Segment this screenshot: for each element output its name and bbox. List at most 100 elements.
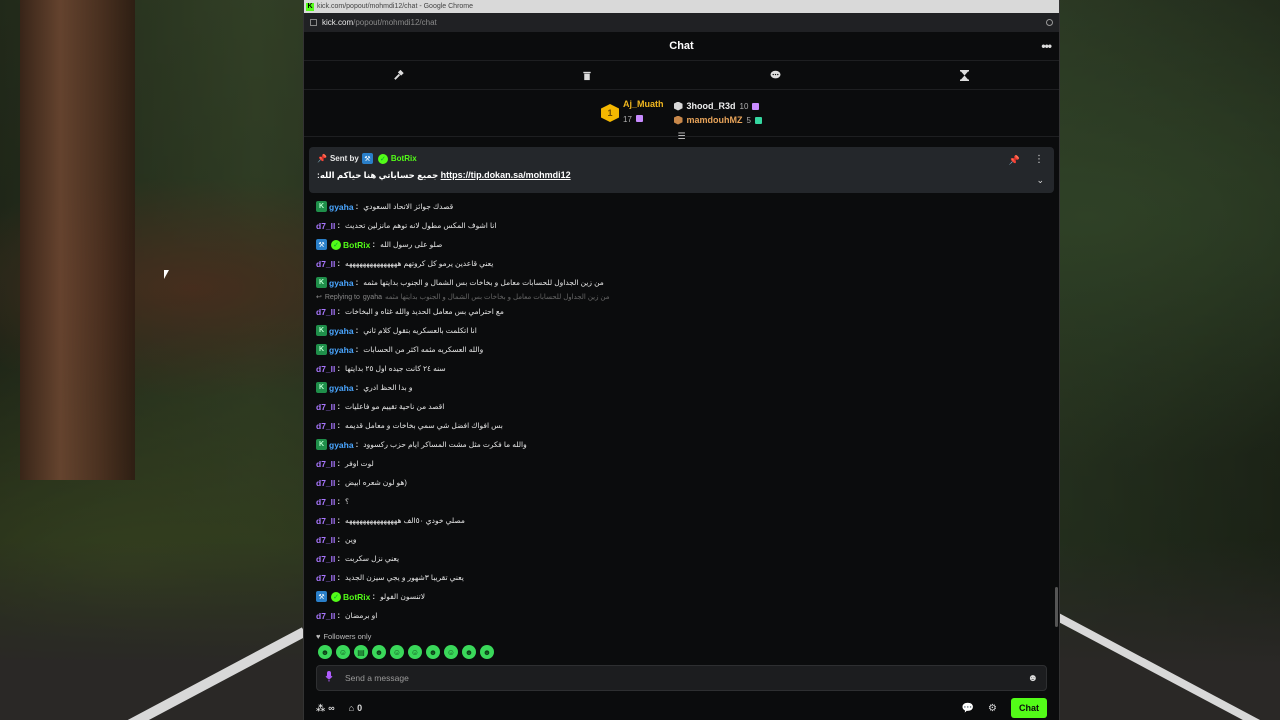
chat-message[interactable]: Kgyaha: و بدا الحظ ادري — [316, 378, 1059, 397]
chat-message[interactable]: d7_ll: مع احترامي بس معامل الحديد والله غ… — [316, 302, 1059, 321]
mouse-cursor — [164, 270, 169, 279]
channel-points[interactable]: ⌂ 0 — [349, 703, 362, 713]
send-chat-button[interactable]: Chat — [1011, 698, 1047, 718]
emote-icon[interactable]: ☻ — [480, 645, 494, 659]
chat-message[interactable]: Kgyaha: من زين الجداول للحسابات معامل و ب… — [316, 273, 1059, 292]
emote-icon[interactable]: ☺ — [390, 645, 404, 659]
chat-message[interactable]: ⚒ ✓ BotRix: صلو على رسول الله — [316, 235, 1059, 254]
chat-message[interactable]: Kgyaha: والله ما فكرت مثل مشت المساكر ايا… — [316, 435, 1059, 454]
chat-username[interactable]: d7_ll — [316, 535, 335, 545]
chat-username[interactable]: d7_ll — [316, 478, 335, 488]
mod-toolbar — [304, 61, 1059, 90]
chat-username[interactable]: gyaha — [329, 345, 354, 355]
chat-username[interactable]: gyaha — [329, 383, 354, 393]
chat-username[interactable]: BotRix — [343, 592, 370, 602]
chat-message[interactable]: d7_ll: يعني تقريبا ٣شهور و يجي سيزن الجدي… — [316, 568, 1059, 587]
trash-icon[interactable] — [575, 65, 599, 85]
leaderboard-first-name: Aj_Muath — [623, 99, 664, 109]
chat-message[interactable]: d7_ll: سنه ٢٤ كانت جيده اول ٢٥ بدايتها — [316, 359, 1059, 378]
pin-icon[interactable]: 📌 — [1009, 155, 1020, 166]
chat-username[interactable]: d7_ll — [316, 497, 335, 507]
send-message-input[interactable] — [345, 673, 1016, 683]
chat-message[interactable]: d7_ll: يعني نزل سكربت — [316, 549, 1059, 568]
chat-message[interactable]: d7_ll: (هو لون شعره ابيض — [316, 473, 1059, 492]
window-title: kick.com/popout/mohmdi12/chat - Google C… — [317, 3, 474, 10]
viewer-stats[interactable]: ⁂ ∞ — [316, 703, 335, 714]
leaderboard-second-name: 3hood_R3d — [686, 101, 736, 111]
chat-message[interactable]: d7_ll: بس افواك افضل شي سمي بخاخات و معام… — [316, 416, 1059, 435]
bot-badge-icon: ⚒ — [316, 239, 327, 250]
emote-icon[interactable]: ☻ — [462, 645, 476, 659]
message-input-box[interactable]: ☻ — [316, 665, 1047, 691]
gift-leaderboard: 1 Aj_Muath 17 3hood_R3d 10 mamdouhMZ 5 ☰ — [304, 90, 1059, 141]
silver-medal-icon — [673, 101, 683, 111]
chat-message-text: اقصد من ناحية تقييم مو فاعليات — [345, 402, 445, 411]
emote-icon[interactable]: ☻ — [372, 645, 386, 659]
pinned-text: جميع حساباتي هنا حياكم الله: https://tip… — [317, 170, 1046, 181]
emote-icon[interactable]: ▤ — [354, 645, 368, 659]
chat-username[interactable]: d7_ll — [316, 259, 335, 269]
chat-message[interactable]: Kgyaha: والله العسكريه مثمه اكثر من الحسا… — [316, 340, 1059, 359]
reply-label: Replying to — [324, 293, 360, 301]
more-horizontal-icon[interactable]: ••• — [1041, 39, 1052, 53]
gear-icon[interactable]: ⚙ — [988, 703, 997, 714]
chat-username[interactable]: d7_ll — [316, 516, 335, 526]
chat-message[interactable]: Kgyaha: انا اتكلمت بالعسكريه بتقول كلام ث… — [316, 321, 1059, 340]
speech-bubble-icon[interactable] — [764, 65, 788, 85]
chat-username[interactable]: d7_ll — [316, 307, 335, 317]
chat-username[interactable]: gyaha — [329, 440, 354, 450]
zoom-icon[interactable] — [1046, 19, 1053, 26]
chat-message[interactable]: d7_ll: لوت اوفر — [316, 454, 1059, 473]
chat-username[interactable]: gyaha — [329, 278, 354, 288]
emote-icon[interactable]: ☻ — [426, 645, 440, 659]
emote-icon[interactable]: ☺ — [336, 645, 350, 659]
chat-username[interactable]: d7_ll — [316, 611, 335, 621]
emote-icon[interactable]: ☺ — [444, 645, 458, 659]
chat-username[interactable]: d7_ll — [316, 459, 335, 469]
chat-bubble-icon[interactable]: 💬 — [962, 703, 974, 714]
chat-username[interactable]: d7_ll — [316, 402, 335, 412]
chat-username[interactable]: d7_ll — [316, 421, 335, 431]
pinned-link[interactable]: https://tip.dokan.sa/mohmdi12 — [441, 170, 571, 180]
chat-username[interactable]: BotRix — [343, 240, 370, 250]
bronze-medal-icon — [673, 115, 683, 125]
chat-username[interactable]: d7_ll — [316, 554, 335, 564]
site-info-icon[interactable] — [310, 19, 317, 26]
emote-icon[interactable]: ☺ — [408, 645, 422, 659]
microphone-icon[interactable] — [325, 671, 333, 685]
chat-username[interactable]: d7_ll — [316, 573, 335, 583]
chat-message[interactable]: d7_ll: ؟ — [316, 492, 1059, 511]
reply-context[interactable]: ↩ Replying to gyaha من زين الجداول للحسابات… — [316, 292, 1059, 302]
emote-icon[interactable]: ☻ — [318, 645, 332, 659]
emoji-picker-icon[interactable]: ☻ — [1027, 673, 1038, 684]
pinned-bot-name[interactable]: BotRix — [391, 154, 417, 163]
chevron-down-icon[interactable]: ⌄ — [1036, 175, 1044, 186]
chat-message[interactable]: ⚒ ✓ BotRix: لاتنسون الفولو — [316, 587, 1059, 606]
gift-icon — [754, 116, 762, 124]
leaderboard-first[interactable]: 1 Aj_Muath 17 — [601, 99, 664, 127]
chat-message[interactable]: d7_ll: انا اشوف المكس مطول لانه توهم مانز… — [316, 216, 1059, 235]
chat-message[interactable]: d7_ll: وين — [316, 530, 1059, 549]
hammer-icon[interactable] — [386, 65, 410, 85]
chat-username[interactable]: gyaha — [329, 326, 354, 336]
chat-message-list[interactable]: Kgyaha: قصدك جوائز الاتحاد السعودي d7_ll: ا… — [304, 193, 1059, 625]
chat-message[interactable]: d7_ll: مصلي خودي ٥٠الف هههههههههههههههه — [316, 511, 1059, 530]
leaderboard-second[interactable]: 3hood_R3d 10 — [673, 101, 762, 111]
chat-message[interactable]: d7_ll: يعني قاعدين يرمو كل كروتهم ههههههه… — [316, 254, 1059, 273]
username-separator: : — [337, 421, 341, 430]
more-vertical-icon[interactable]: ⋮ — [1034, 154, 1044, 165]
username-separator: : — [337, 516, 341, 525]
chat-scrollbar[interactable] — [1055, 587, 1058, 627]
leaderboard-third[interactable]: mamdouhMZ 5 — [673, 115, 762, 125]
chat-username[interactable]: d7_ll — [316, 364, 335, 374]
gift-icon — [636, 115, 644, 122]
chat-username[interactable]: d7_ll — [316, 221, 335, 231]
chat-message[interactable]: d7_ll: اقصد من ناحية تقييم مو فاعليات — [316, 397, 1059, 416]
chat-bottom-bar: ⁂ ∞ ⌂ 0 💬 ⚙ Chat — [316, 697, 1047, 719]
chat-message[interactable]: d7_ll: او برمضان — [316, 606, 1059, 625]
collapse-leaderboard-icon[interactable]: ☰ — [677, 132, 685, 141]
address-bar[interactable]: kick.com/popout/mohmdi12/chat — [304, 13, 1059, 32]
hourglass-icon[interactable] — [953, 65, 977, 85]
chat-username[interactable]: gyaha — [329, 202, 354, 212]
chat-message[interactable]: Kgyaha: قصدك جوائز الاتحاد السعودي — [316, 197, 1059, 216]
